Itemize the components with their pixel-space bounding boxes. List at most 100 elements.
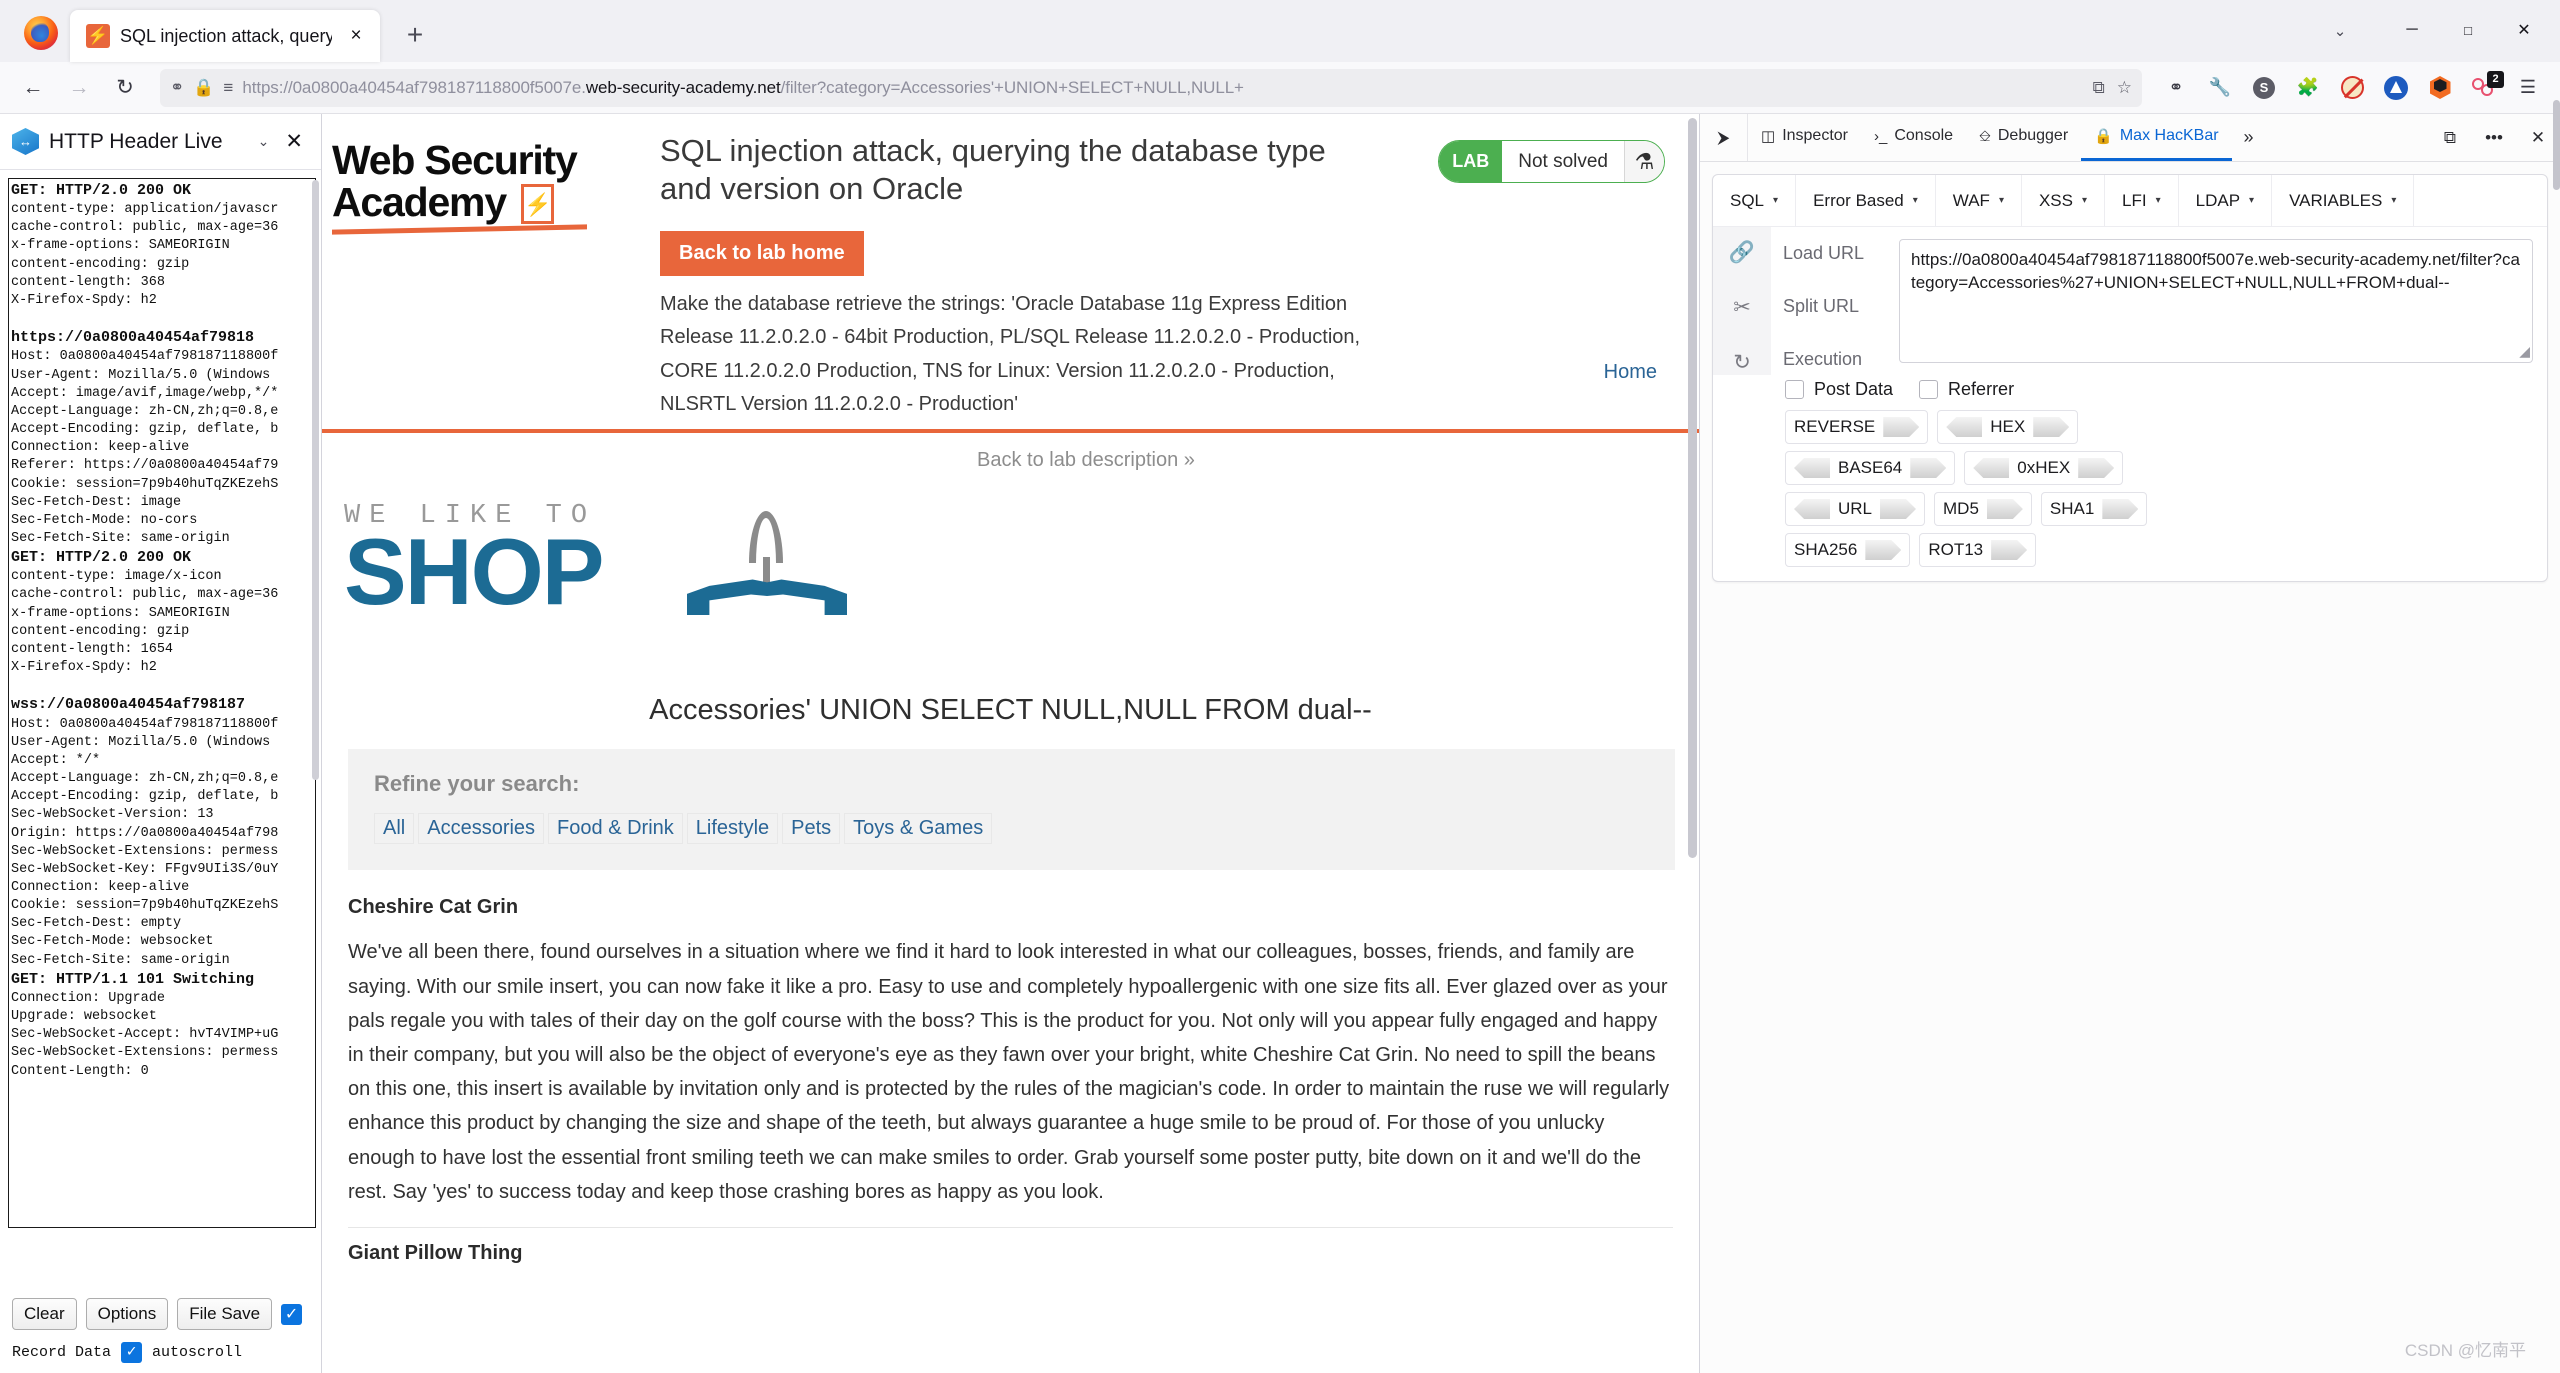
category-link[interactable]: Pets <box>782 813 841 845</box>
hackbar-url-input[interactable]: https://0a0800a40454af798187118800f5007e… <box>1899 239 2533 363</box>
sidebar-scrollbar[interactable] <box>312 180 319 780</box>
devtools-scrollbar[interactable] <box>2553 100 2560 190</box>
http-headers-log[interactable]: GET: HTTP/2.0 200 OK content-type: applic… <box>8 178 316 1228</box>
flask-icon[interactable]: ⚗ <box>1624 141 1664 182</box>
decode-arrow-icon[interactable] <box>1794 458 1830 478</box>
wrench-icon[interactable]: 🔧 <box>2200 69 2240 107</box>
new-tab-button[interactable]: + <box>394 14 436 56</box>
decode-arrow-icon[interactable] <box>1946 417 1983 437</box>
autoscroll-checkbox[interactable] <box>121 1342 143 1363</box>
red-rings-icon[interactable]: 2 <box>2464 69 2504 107</box>
execution-button[interactable]: Execution <box>1783 349 1862 370</box>
decode-arrow-icon[interactable] <box>1794 499 1830 519</box>
app-menu-icon[interactable]: ☰ <box>2508 69 2548 107</box>
encode-arrow-icon[interactable] <box>2102 499 2139 519</box>
product-title[interactable]: Giant Pillow Thing <box>348 1242 1673 1265</box>
chevron-down-icon[interactable]: ⌄ <box>258 133 270 150</box>
minimize-button[interactable]: ─ <box>2384 8 2440 52</box>
web-security-academy-logo[interactable]: Web Security Academy ⚡ <box>332 132 632 421</box>
encode-arrow-icon[interactable] <box>1910 458 1947 478</box>
noscript-icon[interactable] <box>2332 69 2372 107</box>
refresh-icon[interactable]: ↻ <box>1733 350 1751 375</box>
file-save-button[interactable]: File Save <box>177 1298 273 1330</box>
address-bar[interactable]: ⚭ 🔒 ≡ https://0a0800a40454af798187118800… <box>160 68 2142 107</box>
responsive-design-icon[interactable]: ⧉ <box>2428 128 2472 148</box>
lock-icon[interactable]: 🔒 <box>193 78 214 98</box>
encoder-0xhex-button[interactable]: 0xHEX <box>1964 451 2124 485</box>
orange-hexagon-icon[interactable] <box>2420 69 2460 107</box>
shield-icon[interactable]: ⚭ <box>170 78 184 98</box>
hackbar-menu-waf[interactable]: WAF ▾ <box>1936 175 2022 226</box>
referrer-checkbox[interactable] <box>1919 380 1939 399</box>
http-header-live-sidebar: HTTP Header Live ⌄ ✕ GET: HTTP/2.0 200 O… <box>0 114 322 1373</box>
maximize-button[interactable]: □ <box>2440 8 2496 52</box>
tab-debugger[interactable]: ⎒ Debugger <box>1966 114 2081 161</box>
hackbar-menu-xss[interactable]: XSS ▾ <box>2022 175 2106 226</box>
encoder-base64-button[interactable]: BASE64 <box>1785 451 1956 485</box>
list-all-tabs-icon[interactable]: ⌄ <box>2320 14 2360 48</box>
category-link[interactable]: All <box>374 813 415 845</box>
encode-arrow-icon[interactable] <box>1865 540 1902 560</box>
reader-mode-icon[interactable]: ⧉ <box>2093 78 2105 98</box>
category-link[interactable]: Lifestyle <box>686 813 779 845</box>
devtools-menu-icon[interactable]: ••• <box>2472 128 2516 148</box>
home-link[interactable]: Home <box>1604 361 1657 384</box>
extensions-puzzle-icon[interactable]: 🧩 <box>2288 69 2328 107</box>
back-to-lab-home-button[interactable]: Back to lab home <box>660 230 864 276</box>
encode-arrow-icon[interactable] <box>2033 417 2070 437</box>
scissors-icon[interactable]: ✂ <box>1733 295 1751 320</box>
split-url-button[interactable]: Split URL <box>1783 296 1859 317</box>
decode-arrow-icon[interactable] <box>1973 458 2010 478</box>
encoder-hex-button[interactable]: HEX <box>1937 410 2079 444</box>
category-link[interactable]: Toys & Games <box>844 813 993 845</box>
resize-grip-icon[interactable]: ◢ <box>2519 342 2530 361</box>
file-save-checkbox[interactable] <box>281 1303 303 1325</box>
encode-arrow-icon[interactable] <box>1986 499 2023 519</box>
encode-arrow-icon[interactable] <box>1991 540 2028 560</box>
encoder-reverse-button[interactable]: REVERSE <box>1785 410 1929 444</box>
hackbar-menu-variables[interactable]: VARIABLES ▾ <box>2272 175 2415 226</box>
pocket-icon[interactable]: ⚭ <box>2156 69 2196 107</box>
header-line: cache-control: public, max-age=36 <box>11 587 279 603</box>
encode-arrow-icon[interactable] <box>1883 417 1920 437</box>
link-icon[interactable]: 🔗 <box>1729 241 1755 265</box>
reload-icon[interactable]: ↻ <box>104 69 146 107</box>
window-close-button[interactable]: ✕ <box>2496 8 2552 52</box>
encoder-md5-button[interactable]: MD5 <box>1934 492 2032 526</box>
hackbar-menu-lfi[interactable]: LFI ▾ <box>2105 175 2179 226</box>
encoder-sha1-button[interactable]: SHA1 <box>2040 492 2148 526</box>
post-data-checkbox[interactable] <box>1785 380 1804 399</box>
element-picker-icon[interactable]: ⮞ <box>1700 114 1748 161</box>
clear-button[interactable]: Clear <box>12 1298 77 1330</box>
options-button[interactable]: Options <box>85 1298 169 1330</box>
sidebar-close-icon[interactable]: ✕ <box>279 129 309 154</box>
load-url-button[interactable]: Load URL <box>1783 243 1864 264</box>
browser-tab[interactable]: SQL injection attack, querying × <box>70 10 380 62</box>
page-scrollbar[interactable] <box>1688 118 1697 858</box>
encoder-rot13-button[interactable]: ROT13 <box>1919 533 2037 567</box>
back-icon[interactable]: ← <box>12 69 54 107</box>
hackbar-menu-sql[interactable]: SQL ▾ <box>1713 175 1797 226</box>
product-list: Cheshire Cat Grin We've all been there, … <box>322 870 1699 1265</box>
page-title: SQL injection attack, querying the datab… <box>660 133 1326 207</box>
permissions-icon[interactable]: ≡ <box>223 78 233 98</box>
bookmark-star-icon[interactable]: ☆ <box>2117 78 2132 98</box>
tab-max-hackbar[interactable]: 🔒 Max HacKBar <box>2081 114 2232 161</box>
header-line: content-encoding: gzip <box>11 623 190 639</box>
devtools-overflow-icon[interactable]: » <box>2232 114 2266 161</box>
product-title[interactable]: Cheshire Cat Grin <box>348 896 1673 919</box>
close-icon[interactable]: × <box>342 22 370 50</box>
encode-arrow-icon[interactable] <box>2078 458 2115 478</box>
blue-triangle-icon[interactable] <box>2376 69 2416 107</box>
back-to-lab-description-link[interactable]: Back to lab description » <box>977 449 1195 472</box>
encode-arrow-icon[interactable] <box>1880 499 1917 519</box>
tab-inspector[interactable]: ◫ Inspector <box>1748 114 1861 161</box>
encoder-url-button[interactable]: URL <box>1785 492 1926 526</box>
category-link[interactable]: Food & Drink <box>548 813 683 845</box>
s-circle-icon[interactable]: S <box>2244 69 2284 107</box>
encoder-sha256-button[interactable]: SHA256 <box>1785 533 1911 567</box>
tab-console[interactable]: ›_ Console <box>1861 114 1966 161</box>
hackbar-menu-ldap[interactable]: LDAP ▾ <box>2179 175 2273 226</box>
hackbar-menu-error-based[interactable]: Error Based ▾ <box>1796 175 1936 226</box>
category-link[interactable]: Accessories <box>418 813 545 845</box>
